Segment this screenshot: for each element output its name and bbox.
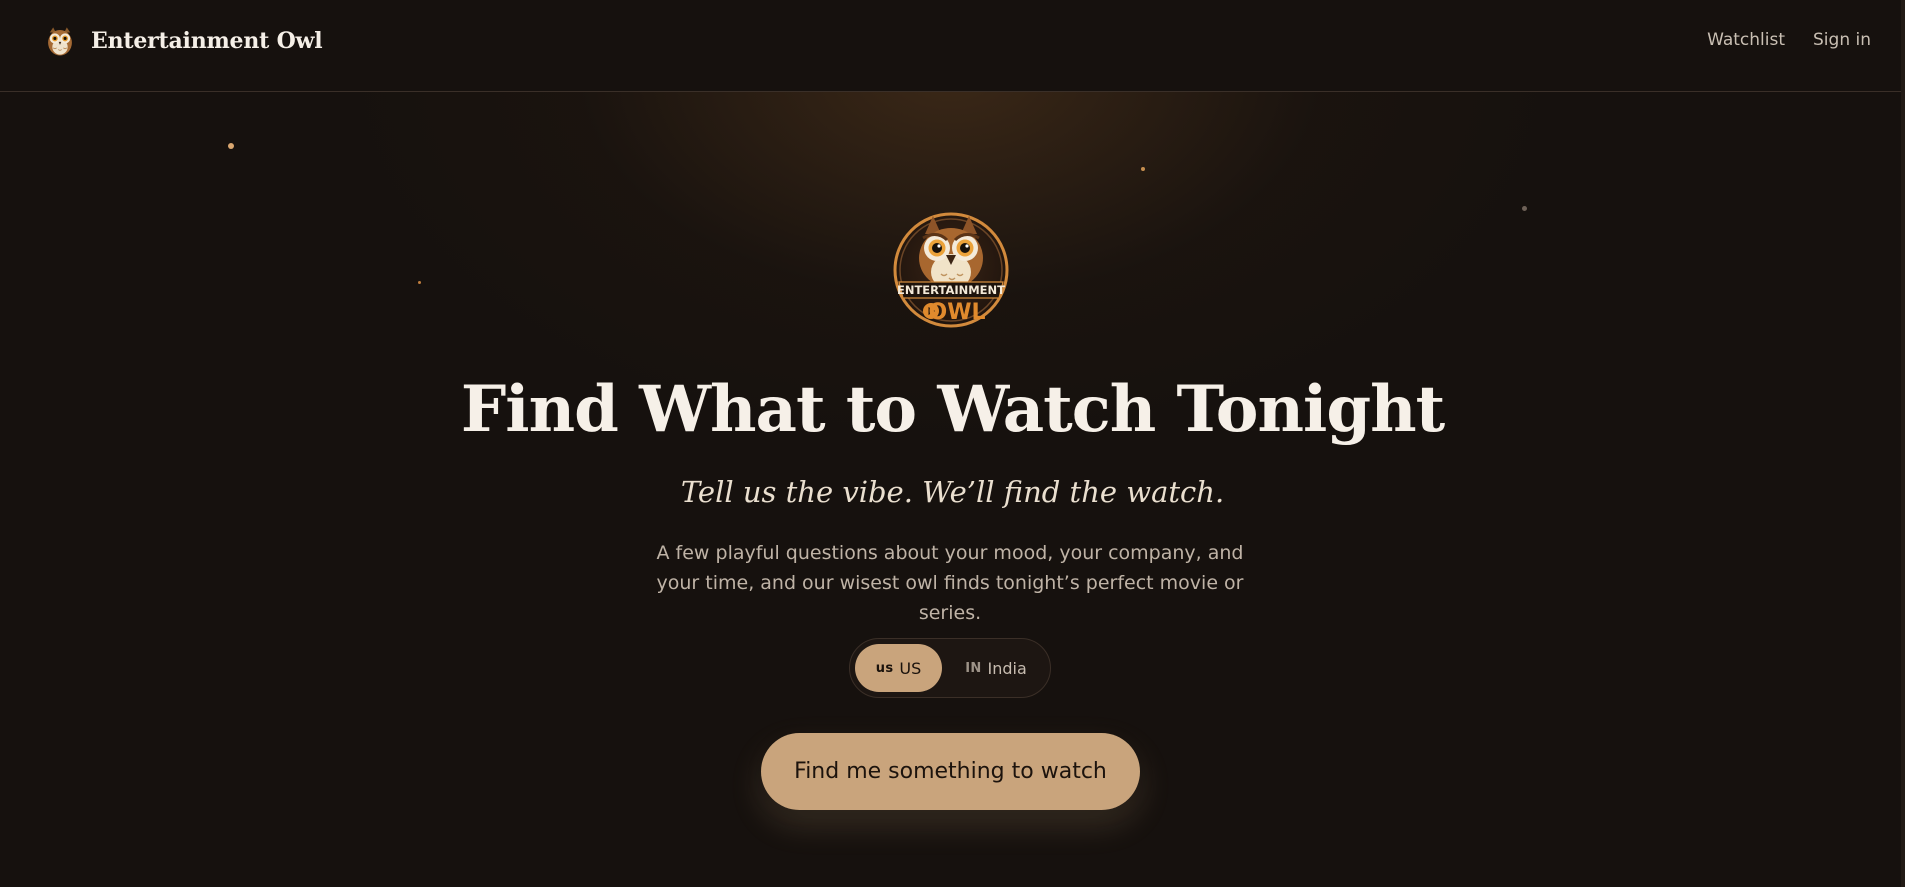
- region-code-india: IN: [965, 660, 982, 676]
- find-something-button[interactable]: Find me something to watch: [761, 733, 1140, 810]
- entertainment-owl-badge: ENTERTAINMENT OWL: [893, 212, 1009, 328]
- top-navbar: Entertainment Owl Watchlist Sign in: [0, 0, 1905, 92]
- region-code-us: us: [875, 660, 894, 676]
- sign-in-link[interactable]: Sign in: [1813, 30, 1871, 50]
- landing-page: Entertainment Owl Watchlist Sign in ENTE…: [0, 0, 1905, 887]
- sparkle-dot: [1522, 206, 1527, 211]
- badge-text-bottom: OWL: [929, 300, 986, 325]
- brand-name: Entertainment Owl: [91, 28, 323, 54]
- sparkle-dot: [418, 281, 421, 284]
- badge-text-top: ENTERTAINMENT: [897, 283, 1005, 297]
- header-nav: Watchlist Sign in: [1707, 30, 1871, 50]
- hero-description: A few playful questions about your mood,…: [656, 542, 1244, 624]
- region-option-india[interactable]: IN India: [948, 644, 1044, 692]
- watchlist-link[interactable]: Watchlist: [1707, 30, 1785, 50]
- region-label-us: US: [899, 658, 922, 678]
- region-toggle: us US IN India: [849, 638, 1051, 698]
- sparkle-dot: [228, 143, 234, 149]
- brand-home-link[interactable]: Entertainment Owl: [43, 24, 323, 58]
- hero-headline: Find What to Watch Tonight: [460, 372, 1445, 447]
- hero-tagline: Tell us the vibe. We’ll find the watch.: [680, 475, 1225, 509]
- sparkle-dot: [1141, 167, 1145, 171]
- owl-logo-icon: [48, 27, 72, 56]
- page-scrollbar[interactable]: [1901, 0, 1905, 887]
- region-option-us[interactable]: us US: [855, 644, 942, 692]
- region-label-india: India: [987, 658, 1027, 678]
